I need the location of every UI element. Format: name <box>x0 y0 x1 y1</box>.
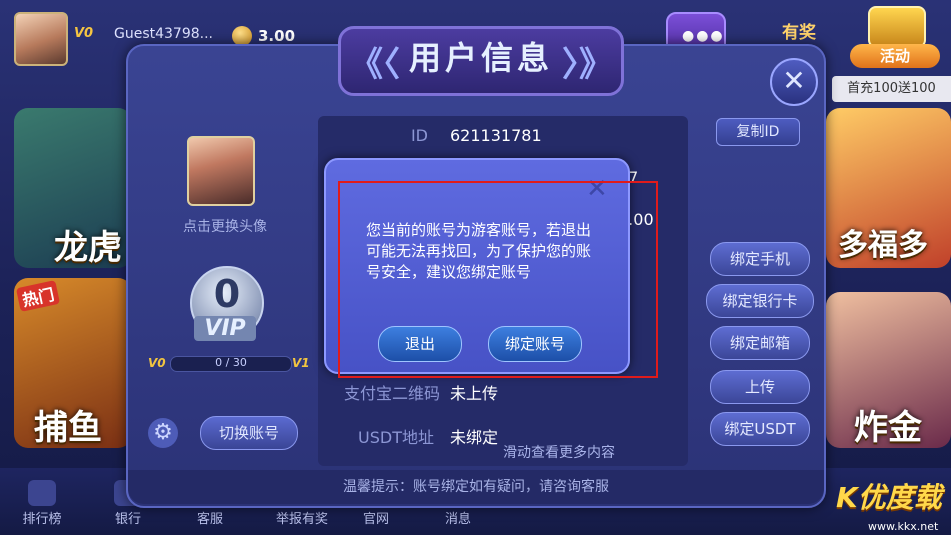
nav-label: 官网 <box>362 512 389 527</box>
highlight-frame <box>338 181 658 378</box>
vip-word: VIP <box>194 316 256 341</box>
game-tile-dragon-tiger[interactable]: 龙虎 <box>14 108 132 268</box>
bind-usdt-button[interactable]: 绑定USDT <box>710 412 810 446</box>
switch-account-button[interactable]: 切换账号 <box>200 416 298 450</box>
vip-progress-text: 0 / 30 <box>215 356 247 369</box>
right-bracket-ornament: 〉》 <box>562 45 613 85</box>
gear-icon[interactable]: ⚙ <box>148 418 178 448</box>
game-tile-fishing[interactable]: 热门 捕鱼游 <box>14 278 132 448</box>
nav-label: 消息 <box>444 512 471 527</box>
trophy-icon <box>28 480 56 506</box>
upload-button[interactable]: 上传 <box>710 370 810 404</box>
bind-phone-button[interactable]: 绑定手机 <box>710 242 810 276</box>
info-value-usdt: 未绑定 <box>450 428 499 447</box>
game-tile-fortune[interactable]: 多福多财 <box>826 108 951 268</box>
close-dialog-button[interactable]: ✕ <box>770 58 818 106</box>
profile-avatar[interactable] <box>187 136 255 206</box>
guest-name: Guest43798... <box>114 26 214 42</box>
event-label: 活动 <box>850 44 940 68</box>
hot-tag: 热门 <box>15 280 61 312</box>
tile-title: 龙虎 <box>54 228 122 268</box>
footer-tip: 温馨提示：账号绑定如有疑问，请咨询客服 <box>128 470 824 504</box>
user-avatar[interactable] <box>14 12 68 66</box>
nav-label: 客服 <box>196 512 223 527</box>
watermark-url: www.kkx.net <box>868 520 939 533</box>
info-value-alipay: 未上传 <box>450 384 499 403</box>
nav-label: 银行 <box>114 512 141 527</box>
treasure-chest-icon <box>868 6 926 48</box>
dialog-header: 《〈 用户信息 〉》 <box>338 26 624 96</box>
vip-to-label: V1 <box>292 356 310 370</box>
nav-leaderboard[interactable]: 排行榜 <box>12 480 72 527</box>
vip-level-badge: V0 <box>74 26 94 41</box>
tile-title: 捕鱼游 <box>34 408 102 448</box>
change-avatar-link[interactable]: 点击更换头像 <box>160 216 290 236</box>
promo-banner[interactable]: 首充100送100 <box>832 76 951 102</box>
info-label-alipay: 支付宝二维码 <box>343 384 440 403</box>
watermark-logo: K优度载 <box>836 481 942 514</box>
coin-balance: 3.00 <box>258 27 296 45</box>
vip-from-label: V0 <box>148 356 166 370</box>
game-tile-golden-flower[interactable]: 炸金花 <box>826 292 951 448</box>
coin-icon <box>232 26 252 46</box>
info-label-id: ID <box>410 126 428 145</box>
chat-icon: ●●● <box>682 28 725 44</box>
dialog-title: 用户信息 <box>408 39 553 77</box>
vip-progress-bar: 0 / 30 <box>170 356 292 372</box>
reward-label[interactable]: 有奖 <box>782 18 816 43</box>
info-label-usdt: USDT地址 <box>358 428 434 447</box>
event-button[interactable]: 活动 <box>850 6 940 68</box>
bind-bank-card-button[interactable]: 绑定银行卡 <box>706 284 814 318</box>
nav-label: 排行榜 <box>22 512 62 527</box>
left-bracket-ornament: 《〈 <box>349 45 400 85</box>
bind-email-button[interactable]: 绑定邮箱 <box>710 326 810 360</box>
tile-title: 多福多财 <box>838 228 928 263</box>
tile-title: 炸金花 <box>854 408 922 448</box>
watermark: K优度载 www.kkx.net <box>826 470 951 534</box>
scroll-hint: 滑动查看更多内容 <box>503 445 615 461</box>
nav-label: 举报有奖 <box>275 512 328 527</box>
vip-emblem: 0 VIP <box>180 266 270 350</box>
copy-id-button[interactable]: 复制ID <box>716 118 800 146</box>
info-value-id: 621131781 <box>450 126 542 145</box>
vip-number: 0 <box>213 272 241 316</box>
profile-panel: 点击更换头像 0 VIP V0 0 / 30 V1 ⚙ 切换账号 <box>140 116 310 466</box>
